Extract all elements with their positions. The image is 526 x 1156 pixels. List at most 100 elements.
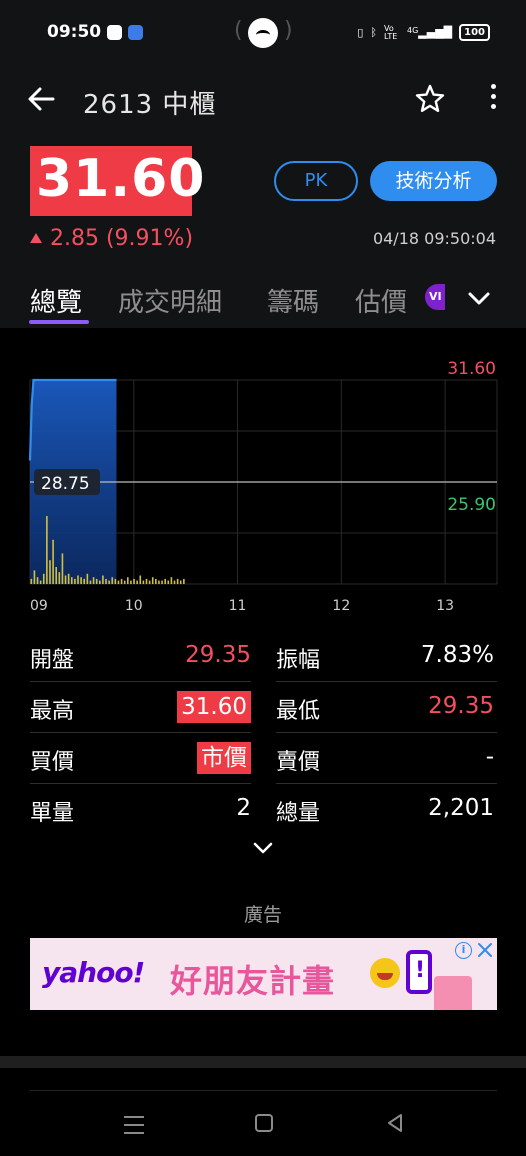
vip-badge: VI: [425, 284, 445, 310]
volume-bar: [46, 516, 48, 584]
favorite-star-icon[interactable]: [414, 83, 446, 115]
chart-canvas: 31.60 25.90 28.75 09 10 11 12 13: [28, 359, 498, 614]
volume-bar: [80, 577, 82, 584]
up-triangle-icon: [30, 232, 42, 243]
volume-bar: [148, 580, 151, 584]
volume-bar: [70, 577, 73, 584]
stat-value: 2: [236, 795, 251, 821]
price-change: 2.85 (9.91%): [30, 226, 193, 251]
status-bar: 09:50 ( ) ▯ ᛒ Vo LTE 4G▂▄▆█ 100: [0, 0, 526, 66]
stat-label: 買價: [30, 750, 75, 775]
stat-label: 開盤: [30, 648, 75, 673]
volume-bar: [130, 580, 132, 584]
ad-label: 廣告: [243, 904, 282, 926]
stat-value: 29.35: [185, 642, 251, 668]
technical-analysis-button[interactable]: 技術分析: [370, 161, 497, 201]
volume-bar: [58, 572, 61, 584]
volume-bar: [55, 567, 58, 584]
volume-bar: [123, 580, 126, 584]
tab-trade-details[interactable]: 成交明細: [118, 282, 222, 319]
ad-headline: 好朋友計畫: [170, 962, 336, 1000]
volume-bar: [176, 578, 179, 584]
volume-bar: [95, 578, 98, 584]
volume-bar: [139, 575, 142, 584]
stat-value: 31.60: [177, 691, 251, 723]
battery-icon: 100: [459, 24, 490, 41]
volume-bar: [151, 577, 154, 584]
status-indicators: ▯ ᛒ Vo LTE 4G▂▄▆█ 100: [357, 24, 490, 41]
stat-label: 賣價: [276, 750, 321, 775]
hotspot-icon: [248, 18, 278, 48]
volume-bar: [145, 578, 148, 584]
stat-row: 最高 31.60 最低 29.35: [30, 683, 497, 733]
gift-icon: [434, 976, 472, 1010]
chevron-down-icon[interactable]: [466, 286, 492, 312]
home-icon[interactable]: [255, 1114, 273, 1132]
signal-icon: 4G▂▄▆█: [406, 26, 453, 39]
intraday-chart[interactable]: 31.60 25.90 28.75 09 10 11 12 13: [0, 328, 526, 618]
volume-bar: [127, 577, 129, 584]
volume-bar: [92, 577, 95, 584]
volume-bar: [173, 580, 176, 584]
volume-bar: [170, 577, 173, 584]
status-time: 09:50: [47, 22, 102, 42]
more-menu-icon[interactable]: [478, 84, 508, 114]
volume-bar: [67, 573, 70, 584]
tab-valuation[interactable]: 估價: [355, 282, 407, 319]
volume-bar: [64, 575, 67, 584]
volume-bar: [136, 580, 138, 584]
pk-button[interactable]: PK: [274, 161, 358, 201]
system-nav-bar: [0, 1098, 526, 1156]
x-tick-label: 13: [436, 598, 454, 614]
stat-value: -: [485, 744, 494, 770]
current-price-value: 31.60: [36, 149, 206, 209]
row-divider: [30, 681, 251, 682]
system-back-icon[interactable]: [385, 1112, 405, 1134]
active-tab-indicator: [29, 320, 89, 324]
row-divider: [30, 783, 251, 784]
volume-bar: [30, 578, 33, 584]
volume-bar: [120, 578, 123, 584]
stat-label: 總量: [276, 801, 321, 826]
y-low-label: 25.90: [447, 495, 496, 515]
volume-bar: [108, 580, 110, 584]
x-tick-label: 12: [332, 598, 350, 614]
ad-close-icon[interactable]: [476, 940, 494, 960]
quote-timestamp: 04/18 09:50:04: [372, 229, 496, 248]
expand-chevron-icon[interactable]: [251, 838, 275, 858]
stat-label: 單量: [30, 801, 75, 826]
volume-bar: [61, 553, 64, 584]
bluetooth-icon: ᛒ: [370, 26, 377, 39]
volume-bar: [36, 577, 39, 584]
volume-bar: [167, 580, 170, 584]
app-header: 2613 中櫃: [0, 66, 526, 138]
stat-value: 市價: [197, 742, 251, 774]
volume-bar: [98, 580, 101, 584]
volume-bar: [77, 575, 79, 584]
ad-info-icon[interactable]: i: [455, 942, 472, 959]
ad-banner[interactable]: yahoo! 好朋友計畫 i: [30, 938, 497, 1010]
price-change-value: 2.85 (9.91%): [50, 226, 194, 251]
volume-bar: [42, 573, 45, 584]
line-app-icon: [107, 25, 122, 40]
volume-bar: [83, 578, 86, 584]
stat-value: 2,201: [428, 795, 494, 821]
volume-bar: [105, 578, 107, 584]
volume-bar: [86, 573, 89, 584]
volume-bar: [133, 578, 135, 584]
volume-bar: [117, 580, 120, 584]
tab-chips[interactable]: 籌碼: [267, 282, 319, 319]
tab-overview[interactable]: 總覽: [30, 282, 82, 319]
volume-bar: [164, 578, 166, 584]
stock-title: 2613 中櫃: [83, 90, 217, 120]
back-arrow-icon[interactable]: [26, 84, 56, 114]
volume-bar: [114, 578, 117, 584]
volume-bar: [161, 580, 163, 584]
stat-row: 買價 市價 賣價 -: [30, 734, 497, 784]
recent-apps-icon[interactable]: [124, 1116, 144, 1134]
current-price: 31.60: [30, 146, 204, 216]
smiley-icon: [370, 958, 400, 988]
stat-row: 單量 2 總量 2,201: [30, 785, 497, 835]
stat-label: 最低: [276, 699, 321, 724]
volume-bar: [74, 578, 76, 584]
